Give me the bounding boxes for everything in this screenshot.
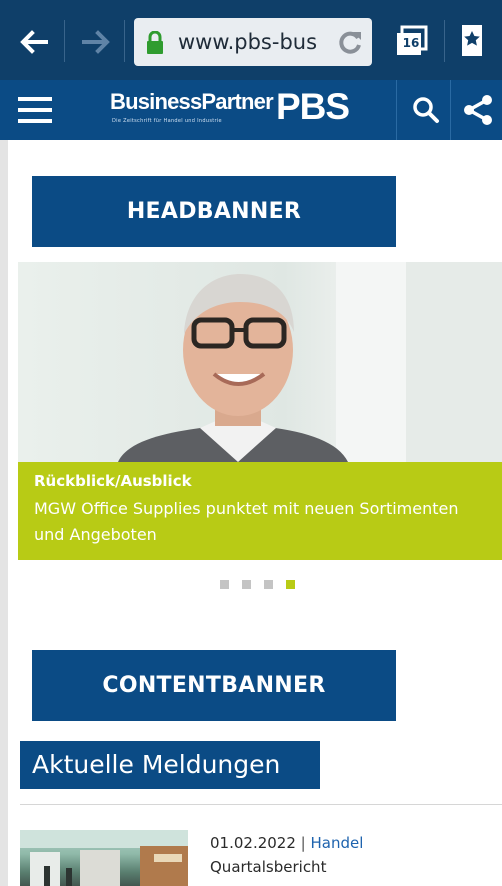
toolbar-divider <box>64 20 65 62</box>
slider-dot-active[interactable] <box>286 580 295 589</box>
site-header: BusinessPartner Die Zeitschrift für Hand… <box>0 80 502 140</box>
news-date: 01.02.2022 <box>210 834 296 852</box>
page-content: HEADBANNER Rückblick/Ausblick MGW Office… <box>8 140 502 886</box>
toolbar-divider <box>124 20 125 62</box>
news-separator: | <box>300 834 306 852</box>
news-category-link[interactable]: Handel <box>311 834 364 852</box>
logo-subtitle: Die Zeitschrift für Handel und Industrie <box>112 118 222 124</box>
content-banner[interactable]: CONTENTBANNER <box>32 650 396 721</box>
section-divider <box>20 804 502 805</box>
section-title: Aktuelle Meldungen <box>20 741 320 789</box>
address-bar[interactable]: www.pbs-bus <box>134 18 372 66</box>
slide-caption[interactable]: Rückblick/Ausblick MGW Office Supplies p… <box>18 462 502 560</box>
back-arrow-icon[interactable] <box>16 24 52 60</box>
slider-dot[interactable] <box>242 580 251 589</box>
slide-title: MGW Office Supplies punktet mit neuen So… <box>34 499 459 544</box>
slider-dot[interactable] <box>220 580 229 589</box>
slider-dot[interactable] <box>264 580 273 589</box>
tabs-icon[interactable]: 16 <box>392 20 434 62</box>
news-title[interactable]: Quartalsbericht <box>210 858 326 876</box>
bookmark-icon[interactable] <box>456 22 488 64</box>
url-text: www.pbs-bus <box>178 30 318 54</box>
tab-count: 16 <box>402 36 420 50</box>
share-icon[interactable] <box>462 94 494 130</box>
news-slider[interactable]: Rückblick/Ausblick MGW Office Supplies p… <box>18 262 502 560</box>
toolbar-divider <box>444 20 445 62</box>
logo-mark: PBS <box>276 86 350 127</box>
hamburger-menu-icon[interactable] <box>18 97 52 127</box>
news-thumbnail[interactable] <box>20 830 188 886</box>
forward-arrow-icon[interactable] <box>78 24 114 60</box>
head-banner[interactable]: HEADBANNER <box>32 176 396 247</box>
browser-toolbar: www.pbs-bus 16 <box>0 0 502 80</box>
header-divider <box>396 80 397 140</box>
search-icon[interactable] <box>412 96 440 128</box>
news-meta: 01.02.2022 | Handel <box>210 834 363 852</box>
slide-category: Rückblick/Ausblick <box>34 472 192 490</box>
header-divider <box>450 80 451 140</box>
lock-icon <box>144 30 166 59</box>
logo-brand-text: BusinessPartner <box>110 89 274 114</box>
slide-photo <box>18 262 502 462</box>
reload-icon[interactable] <box>334 26 366 62</box>
news-list-item[interactable]: 01.02.2022 | Handel Quartalsbericht <box>20 828 502 886</box>
